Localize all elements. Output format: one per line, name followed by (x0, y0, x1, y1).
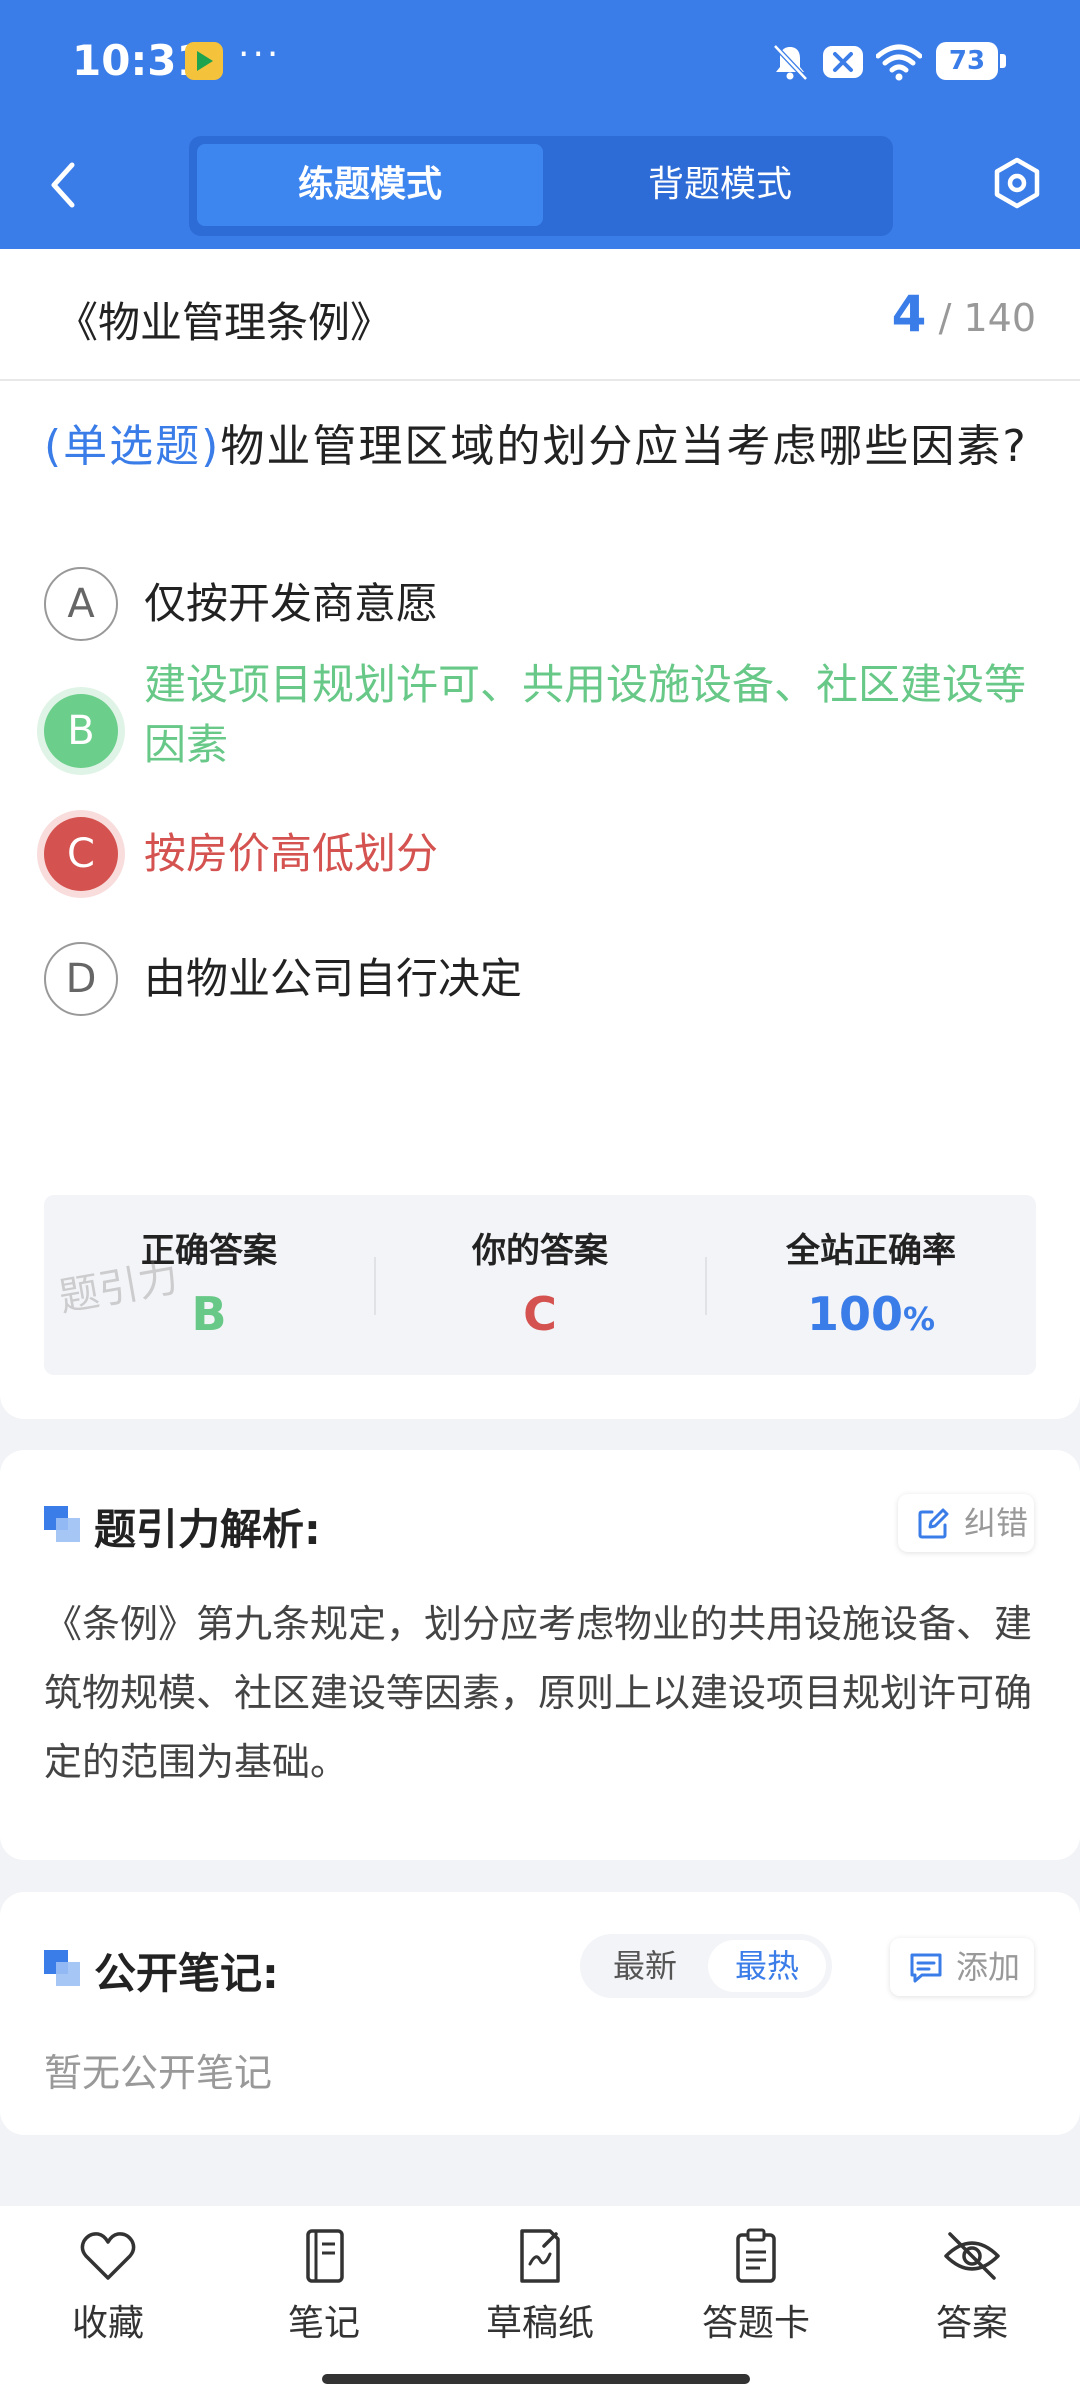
answer-sheet-label: 答题卡 (701, 2303, 810, 2344)
favorite-label: 收藏 (71, 2303, 144, 2344)
favorite-button[interactable]: 收藏 (18, 2228, 198, 2346)
question-text: 物业管理区域的划分应当考虑哪些因素? (220, 421, 1028, 472)
settings-icon[interactable] (990, 156, 1044, 210)
status-bar: 10:31 ··· 73 (0, 0, 1080, 120)
notes-button[interactable]: 笔记 (234, 2228, 414, 2346)
your-answer-value: C (523, 1287, 557, 1341)
answer-toggle-label: 答案 (935, 2303, 1008, 2344)
chapter-title: 《物业管理条例》 (56, 298, 393, 347)
option-text: 建设项目规划许可、共用设施设备、社区建设等因素 (144, 660, 1027, 769)
home-indicator[interactable] (322, 2374, 750, 2384)
progress-separator: / (938, 296, 952, 340)
notes-title: 公开笔记: (94, 1949, 279, 1998)
option-letter: B (44, 694, 118, 768)
correct-answer-stat: 正确答案 B 题引力 (44, 1195, 374, 1375)
report-error-button[interactable]: 纠错 (898, 1494, 1034, 1552)
back-arrow-icon[interactable] (40, 155, 88, 215)
option-text: 仅按开发商意愿 (144, 579, 439, 628)
notes-card: 公开笔记: 最新 最热 添加 暂无公开笔记 (0, 1892, 1080, 2135)
analysis-title: 题引力解析: (94, 1505, 321, 1554)
section-icon (44, 1506, 80, 1542)
question-card: 《物业管理条例》 4 / 140 (单选题)物业管理区域的划分应当考虑哪些因素?… (0, 249, 1080, 1419)
app-badge-icon (185, 42, 223, 80)
add-note-label: 添加 (956, 1948, 1021, 1986)
sort-newest[interactable]: 最新 (586, 1940, 704, 1992)
draft-paper-button[interactable]: 草稿纸 (450, 2228, 630, 2346)
battery-icon: 73 (936, 42, 1006, 80)
empty-notes-text: 暂无公开笔记 (44, 2051, 273, 2095)
wifi-icon (876, 44, 922, 81)
question-type: (单选题) (44, 421, 221, 472)
analysis-card: 题引力解析: 纠错 《条例》第九条规定，划分应考虑物业的共用设施设备、建筑物规模… (0, 1450, 1080, 1860)
bottom-toolbar: 收藏 笔记 草稿纸 答题卡 答案 (0, 2206, 1080, 2400)
notes-sort-toggle: 最新 最热 (580, 1934, 832, 1998)
question-stem: (单选题)物业管理区域的划分应当考虑哪些因素? (44, 404, 1044, 490)
eye-off-icon (944, 2232, 1000, 2280)
notes-label: 笔记 (287, 2303, 360, 2344)
accuracy-value: 100% (706, 1287, 1036, 1341)
total-count: 140 (963, 296, 1036, 340)
mode-switch: 练题模式 背题模式 (189, 136, 893, 236)
option-text: 由物业公司自行决定 (144, 954, 523, 1003)
accuracy-stat: 全站正确率 100% (706, 1195, 1036, 1375)
option-letter: C (44, 817, 118, 891)
accuracy-number: 100 (806, 1287, 903, 1341)
tab-memorize-mode[interactable]: 背题模式 (547, 144, 893, 226)
sort-hottest[interactable]: 最热 (708, 1940, 826, 1992)
draft-paper-label: 草稿纸 (485, 2303, 594, 2344)
current-index: 4 (891, 285, 927, 343)
heart-icon (80, 2232, 136, 2280)
option-text: 按房价高低划分 (144, 829, 439, 878)
comment-icon (910, 1953, 942, 1983)
section-icon (44, 1950, 80, 1986)
your-answer-label: 你的答案 (472, 1231, 608, 1271)
top-header: 10:31 ··· 73 练题模式 背题模式 (0, 0, 1080, 249)
question-progress: 4 / 140 (892, 285, 1036, 343)
analysis-text: 《条例》第九条规定，划分应考虑物业的共用设施设备、建筑物规模、社区建设等因素，原… (44, 1602, 1033, 1784)
clipboard-icon (736, 2228, 776, 2283)
status-more-dots: ··· (238, 34, 282, 75)
draft-icon (520, 2229, 560, 2283)
answer-toggle-button[interactable]: 答案 (882, 2228, 1062, 2346)
add-note-button[interactable]: 添加 (890, 1938, 1034, 1996)
tab-practice-mode[interactable]: 练题模式 (197, 144, 543, 226)
divider (0, 379, 1080, 381)
notebook-icon (306, 2229, 344, 2283)
option-letter: D (44, 942, 118, 1016)
report-error-label: 纠错 (964, 1504, 1029, 1542)
accuracy-label: 全站正确率 (786, 1231, 956, 1271)
accuracy-unit: % (902, 1300, 936, 1338)
your-answer-stat: 你的答案 C (375, 1195, 705, 1375)
edit-icon (918, 1508, 949, 1539)
answer-stats: 正确答案 B 题引力 你的答案 C 全站正确率 100% (44, 1195, 1036, 1375)
close-box-icon (823, 46, 863, 78)
answer-sheet-button[interactable]: 答题卡 (666, 2228, 846, 2346)
option-letter: A (44, 567, 118, 641)
bell-muted-icon (773, 44, 808, 81)
